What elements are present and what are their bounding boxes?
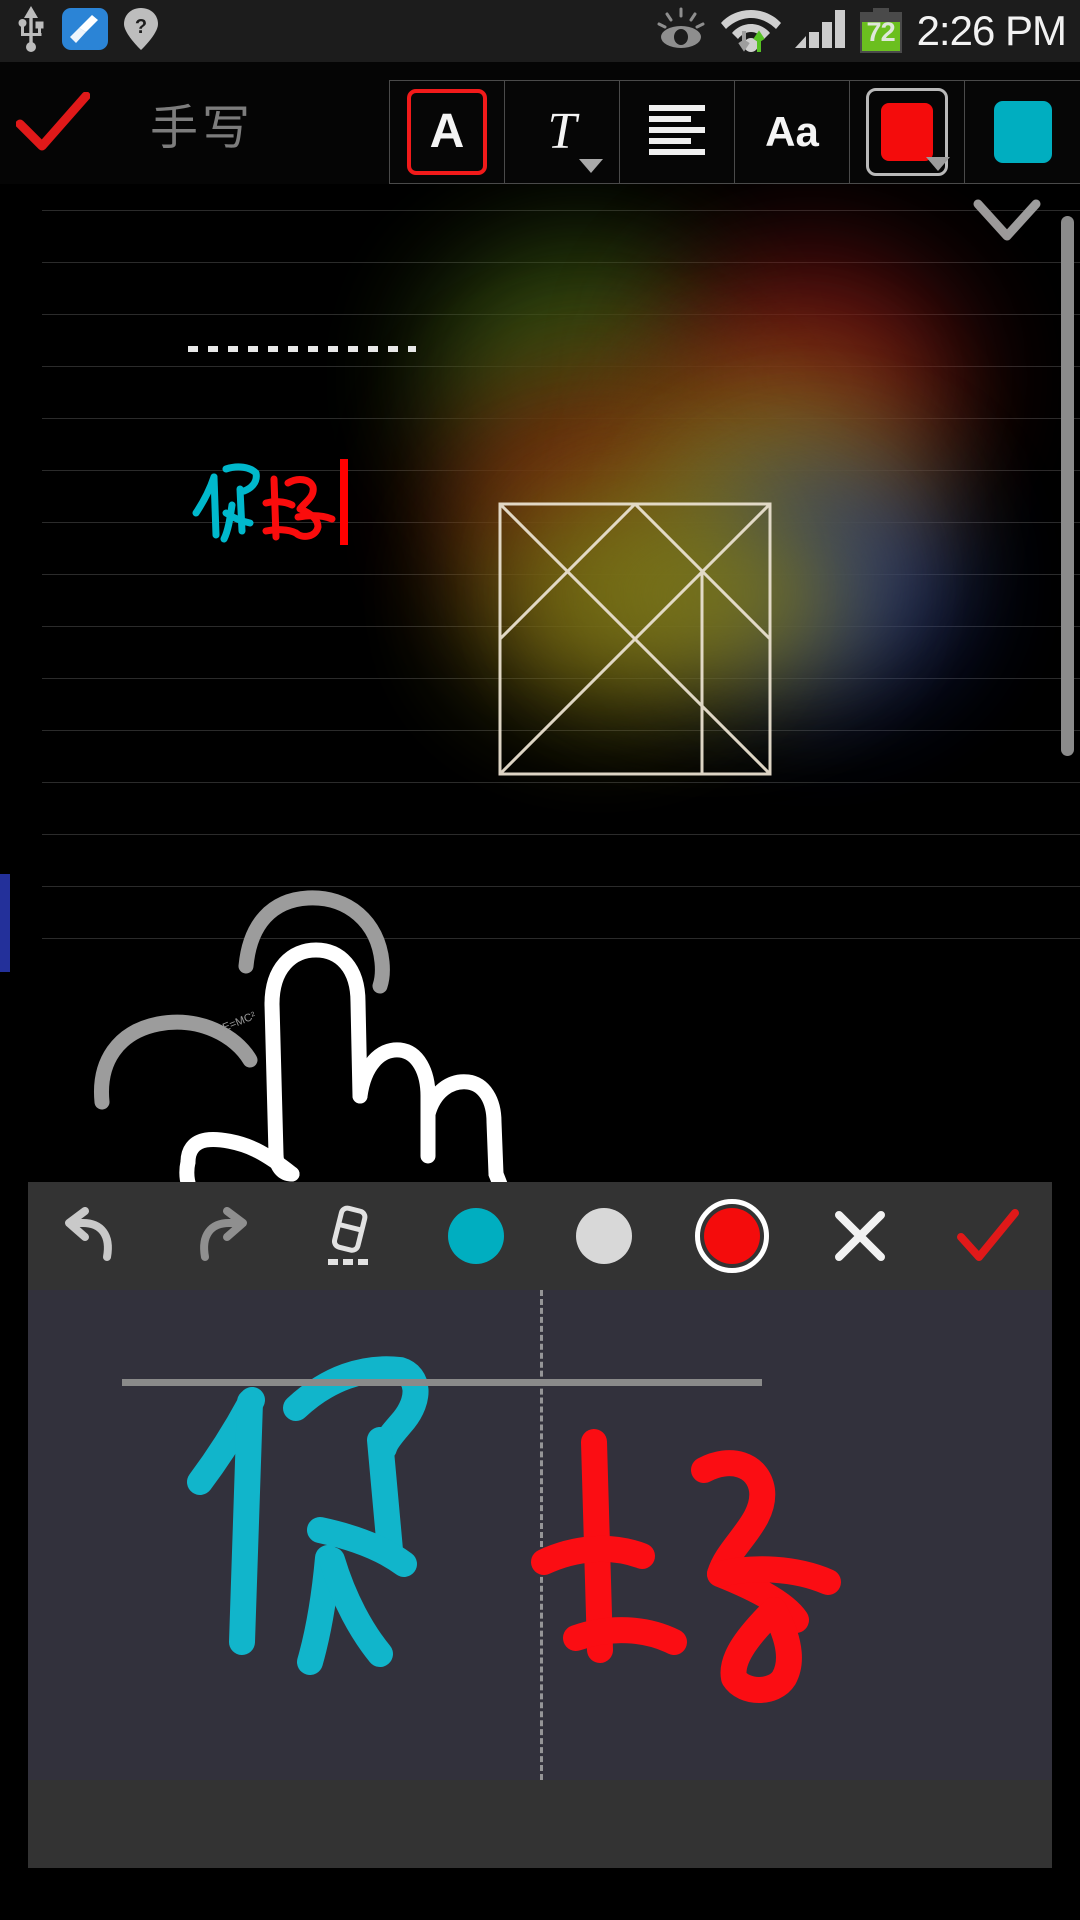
cyan-swatch-icon — [993, 101, 1052, 163]
page-title: 手写 — [150, 102, 255, 155]
cyan-dot-icon — [448, 1208, 504, 1264]
location-unknown-icon: ? — [122, 6, 160, 57]
handwriting-ink-toolbar — [28, 1182, 1052, 1290]
chevron-down-icon — [579, 159, 603, 173]
undo-button[interactable] — [28, 1182, 156, 1290]
usb-icon — [14, 5, 48, 57]
status-bar-right-icons: 72 2:26 PM — [653, 4, 1080, 59]
rule-line — [42, 834, 1080, 835]
font-size-button[interactable]: Aa — [735, 81, 850, 183]
done-check-button[interactable] — [8, 80, 98, 166]
cancel-button[interactable] — [796, 1182, 924, 1290]
battery-percent-label: 72 — [866, 17, 896, 47]
svg-text:?: ? — [135, 16, 147, 38]
page-edge-marker — [0, 874, 10, 972]
cleaner-icon — [62, 6, 108, 57]
chevron-down-icon[interactable] — [972, 198, 1042, 249]
handwriting-baseline — [122, 1379, 762, 1386]
white-dot-icon — [576, 1208, 632, 1264]
tangram-puzzle-diagram[interactable] — [480, 484, 800, 794]
ink-stroke-nihao — [192, 459, 348, 545]
font-size-aa-icon: Aa — [765, 108, 819, 155]
canvas-scrollbar-thumb[interactable] — [1061, 216, 1074, 756]
italic-t-icon: T — [547, 103, 577, 160]
chevron-down-icon — [926, 157, 950, 171]
pen-color-red-button[interactable] — [668, 1182, 796, 1290]
text-cursor — [340, 459, 348, 545]
handwriting-input-panel[interactable] — [28, 1290, 1052, 1780]
letter-a-icon: A — [429, 105, 465, 158]
panel-bottom-strip — [28, 1780, 1052, 1868]
screen-bottom-filler — [0, 1868, 1080, 1920]
pen-color-white-button[interactable] — [540, 1182, 668, 1290]
italic-t-button[interactable]: T — [505, 81, 620, 183]
handwriting-strokes — [187, 1356, 841, 1703]
dotted-underline — [188, 346, 416, 352]
app-toolbar: 手写 A T Aa — [0, 62, 1080, 184]
text-format-toolbar: A T Aa — [389, 80, 1080, 184]
eraser-button[interactable] — [284, 1182, 412, 1290]
pen-color-cyan-button[interactable] — [412, 1182, 540, 1290]
battery-icon: 72 — [859, 8, 903, 54]
text-align-button[interactable] — [620, 81, 735, 183]
accept-button[interactable] — [924, 1182, 1052, 1290]
selection-outline: A — [407, 89, 487, 175]
redo-button[interactable] — [156, 1182, 284, 1290]
red-dot-icon — [704, 1208, 760, 1264]
red-swatch-icon — [881, 103, 933, 161]
signal-bars-icon — [793, 6, 847, 57]
wifi-data-icon — [720, 4, 781, 59]
status-bar[interactable]: ? 72 2:26 PM — [0, 0, 1080, 62]
text-style-a-button[interactable]: A — [390, 81, 505, 183]
pointing-hand-sketch — [94, 890, 510, 1188]
text-color-button[interactable] — [850, 81, 965, 183]
highlight-color-button[interactable] — [965, 81, 1080, 183]
note-canvas[interactable]: E=MC² — [0, 184, 1080, 1188]
status-bar-clock: 2:26 PM — [916, 7, 1067, 54]
selected-color-ring — [695, 1199, 769, 1273]
align-lines-icon — [645, 101, 709, 164]
rule-line — [42, 210, 1080, 211]
status-bar-left-icons: ? — [0, 5, 160, 57]
smart-stay-eye-icon — [653, 5, 709, 58]
